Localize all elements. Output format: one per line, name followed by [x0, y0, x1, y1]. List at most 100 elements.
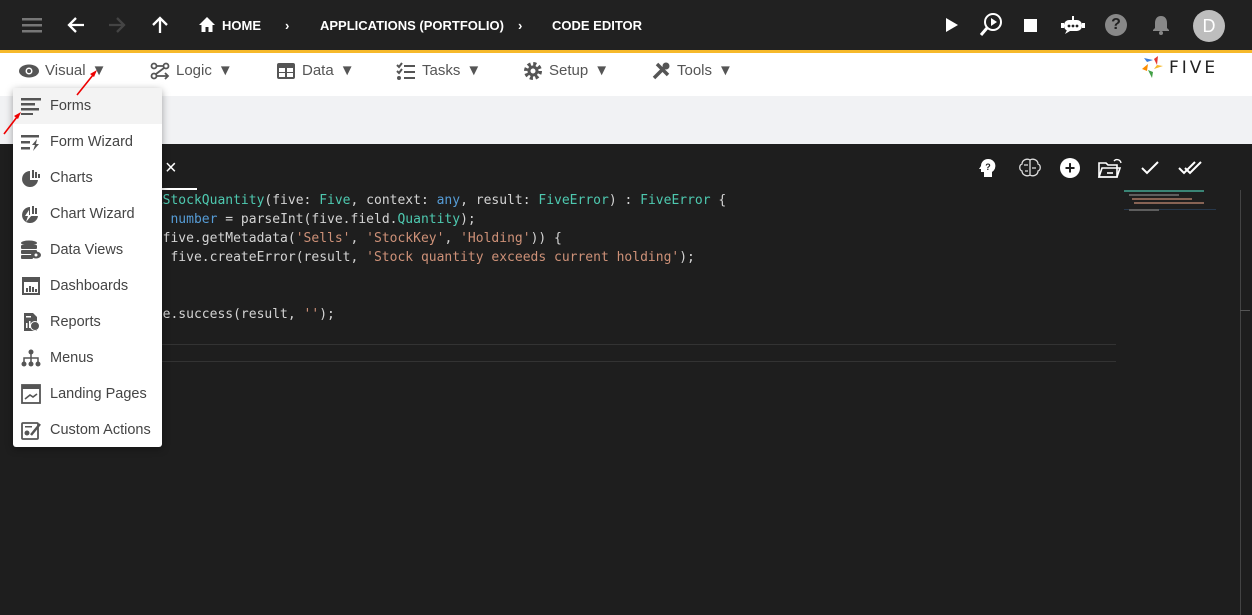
- caret-down-icon: ▼: [217, 62, 233, 79]
- add-icon[interactable]: +: [1060, 158, 1080, 178]
- code-line[interactable]: rn five.createError(result, 'Stock quant…: [147, 248, 695, 267]
- five-logo-text: FIVE: [1169, 58, 1219, 78]
- menu-item-data-views[interactable]: Data Views: [13, 232, 162, 268]
- play-icon[interactable]: [943, 17, 959, 33]
- run-preview-search-icon[interactable]: [978, 12, 1004, 38]
- menu-data[interactable]: Data ▼: [276, 53, 355, 88]
- code-line[interactable]: > five.getMetadata('Sells', 'StockKey', …: [147, 229, 562, 248]
- double-check-icon[interactable]: [1178, 160, 1202, 176]
- sitemap-icon: [21, 349, 41, 367]
- code-token: , result:: [460, 193, 539, 208]
- code-token: number: [170, 212, 218, 227]
- chart-wizard-icon: [22, 206, 38, 223]
- code-token: );: [319, 307, 335, 322]
- code-editor[interactable]: × ? + ckStockQuantity(five: Five, contex…: [0, 144, 1250, 615]
- code-token: 'Stock quantity exceeds current holding': [366, 250, 680, 265]
- forward-arrow-icon[interactable]: [107, 15, 127, 35]
- custom-action-icon: [21, 422, 41, 440]
- landing-page-icon: [21, 384, 41, 404]
- code-token: ive.success(result,: [147, 307, 304, 322]
- svg-text:?: ?: [985, 162, 991, 172]
- code-token: = parseInt(five.field.: [217, 212, 398, 227]
- menu-logic[interactable]: Logic ▼: [150, 53, 233, 88]
- code-token: )) {: [530, 231, 562, 246]
- code-line[interactable]: ive.success(result, '');: [147, 305, 335, 324]
- menu-item-label: Custom Actions: [50, 422, 151, 438]
- logic-flow-icon: [150, 62, 170, 80]
- menu-item-custom-actions[interactable]: Custom Actions: [13, 412, 162, 448]
- five-logo-icon: [1142, 56, 1163, 78]
- help-icon[interactable]: ?: [1105, 14, 1127, 36]
- close-tab-icon[interactable]: ×: [165, 157, 177, 180]
- menu-item-label: Data Views: [50, 242, 124, 258]
- report-icon: [24, 313, 40, 331]
- code-token: , context:: [350, 193, 437, 208]
- breadcrumb-code-editor[interactable]: CODE EDITOR: [552, 0, 642, 50]
- code-token: ,: [350, 231, 367, 246]
- stop-icon[interactable]: [1024, 19, 1037, 32]
- menu-tasks-label: Tasks: [422, 62, 461, 79]
- chatbot-icon[interactable]: [1061, 15, 1085, 35]
- menu-setup[interactable]: Setup ▼: [523, 53, 609, 88]
- table-icon: [277, 62, 295, 79]
- breadcrumb-home[interactable]: HOME: [198, 0, 261, 50]
- scrollbar[interactable]: [1240, 190, 1241, 615]
- code-token: );: [679, 250, 695, 265]
- caret-down-icon: ▼: [339, 62, 355, 79]
- menu-item-menus[interactable]: Menus: [13, 340, 162, 376]
- menu-item-chart-wizard[interactable]: Chart Wizard: [13, 196, 162, 232]
- dashboard-icon: [22, 277, 40, 295]
- help-head-icon[interactable]: ?: [979, 158, 999, 178]
- visual-dropdown-menu: Forms Form Wizard Charts Chart Wizard Da…: [13, 88, 162, 447]
- menu-data-label: Data: [302, 62, 334, 79]
- hamburger-menu-icon[interactable]: [22, 15, 42, 35]
- caret-down-icon: ▼: [718, 62, 733, 79]
- menu-item-charts[interactable]: Charts: [13, 160, 162, 196]
- menu-tools[interactable]: Tools ▼: [651, 53, 733, 88]
- red-arrow-icon: [14, 112, 21, 119]
- menu-item-dashboards[interactable]: Dashboards: [13, 268, 162, 304]
- avatar[interactable]: D: [1193, 10, 1225, 42]
- menu-bar: Visual ▼ Logic ▼ Data ▼ Tasks ▼ Setup ▼ Tools…: [0, 53, 1252, 96]
- five-logo: FIVE: [1141, 56, 1218, 80]
- up-arrow-icon[interactable]: [150, 15, 170, 35]
- check-icon[interactable]: [1140, 160, 1160, 176]
- code-token: 'StockKey': [366, 231, 445, 246]
- checklist-icon: [396, 61, 415, 80]
- menu-item-label: Menus: [50, 350, 94, 366]
- code-line[interactable]: ckStockQuantity(five: Five, context: any…: [147, 191, 726, 210]
- code-token: any: [436, 193, 461, 208]
- menu-item-landing-pages[interactable]: Landing Pages: [13, 376, 162, 412]
- scrollbar-thumb[interactable]: [1240, 310, 1250, 311]
- code-token: (five:: [264, 193, 320, 208]
- top-bar: HOME › APPLICATIONS (PORTFOLIO) › CODE E…: [0, 0, 1252, 53]
- menu-setup-label: Setup: [549, 62, 589, 79]
- chevron-right-icon: ›: [518, 17, 523, 33]
- code-token: FiveError: [538, 193, 609, 208]
- code-line[interactable]: y: number = parseInt(five.field.Quantity…: [147, 210, 476, 229]
- menu-item-reports[interactable]: Reports: [13, 304, 162, 340]
- code-token: {: [710, 193, 727, 208]
- code-token: 'Holding': [460, 231, 531, 246]
- code-token: ,: [444, 231, 461, 246]
- code-token: FiveError: [640, 193, 711, 208]
- menu-tasks[interactable]: Tasks ▼: [396, 53, 481, 88]
- caret-down-icon: ▼: [594, 62, 610, 79]
- open-folder-icon[interactable]: [1097, 156, 1123, 180]
- menu-item-label: Dashboards: [50, 278, 129, 294]
- code-token: );: [460, 212, 476, 227]
- minimap[interactable]: [1124, 188, 1216, 211]
- annotation-arrows: [3, 70, 97, 135]
- back-arrow-icon[interactable]: [66, 15, 86, 35]
- toolbar-area: [0, 96, 1252, 144]
- breadcrumb-applications[interactable]: APPLICATIONS (PORTFOLIO): [320, 0, 504, 50]
- red-arrow-icon: [90, 70, 97, 77]
- menu-item-label: Charts: [50, 170, 93, 186]
- notification-bell-icon[interactable]: [1152, 15, 1170, 35]
- menu-logic-label: Logic: [176, 62, 212, 79]
- code-token: ) :: [608, 193, 641, 208]
- caret-down-icon: ▼: [466, 62, 482, 79]
- menu-item-label: Landing Pages: [50, 386, 147, 402]
- code-token: five.createError(result,: [162, 250, 367, 265]
- brain-icon[interactable]: [1019, 158, 1041, 178]
